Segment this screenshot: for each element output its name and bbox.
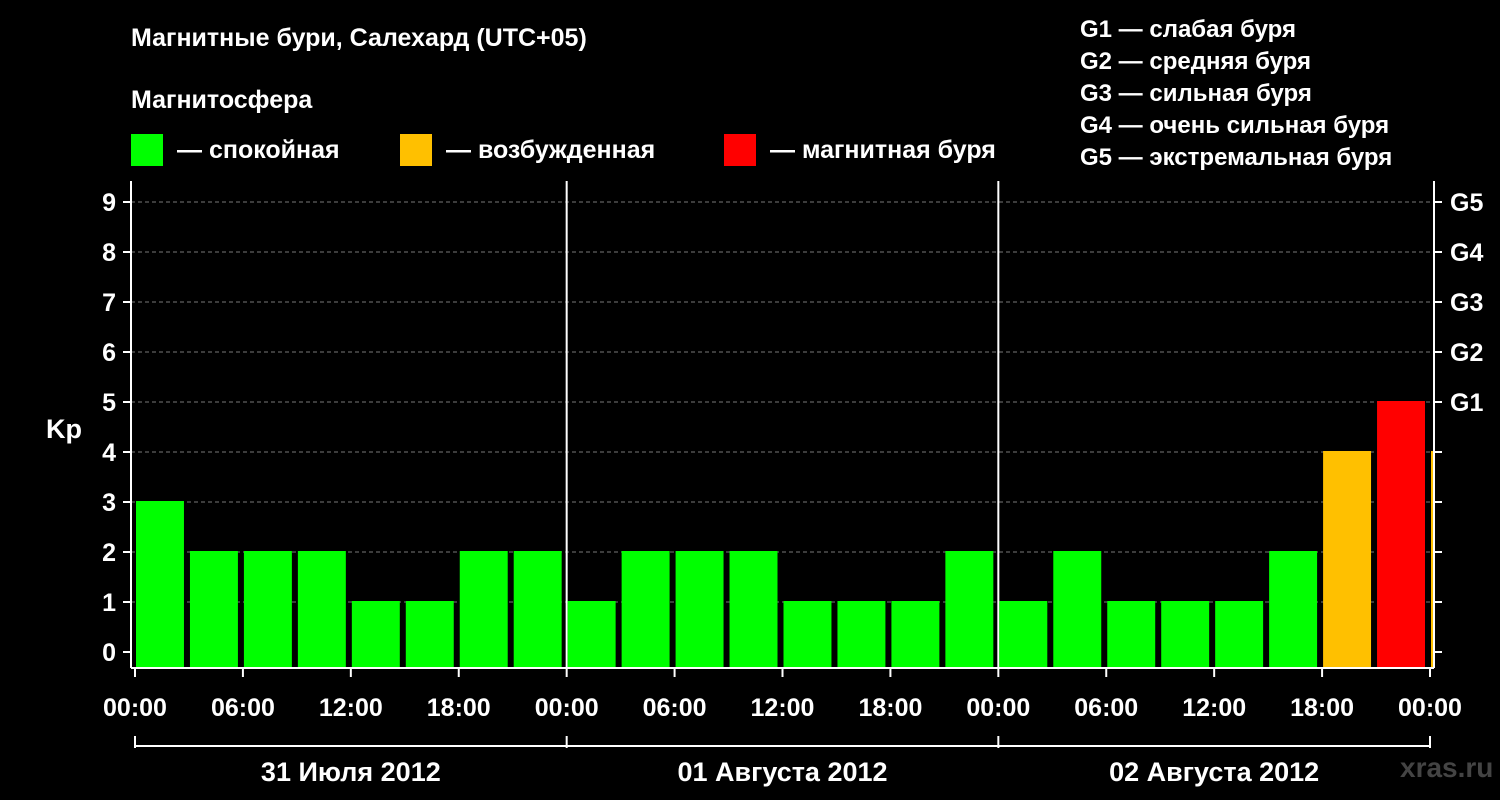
kp-bar	[1269, 551, 1318, 668]
storm-level-label: G1	[1450, 389, 1483, 417]
kp-bar	[297, 551, 346, 668]
x-tick-label: 06:00	[1074, 694, 1138, 722]
kp-bar	[1377, 401, 1425, 668]
kp-bar	[1107, 601, 1156, 668]
y-tick-label: 6	[102, 339, 116, 367]
kp-bar	[1215, 601, 1264, 668]
x-tick-label: 00:00	[103, 694, 167, 722]
x-tick-label: 18:00	[1290, 694, 1354, 722]
kp-bar	[513, 551, 562, 668]
y-tick-label: 2	[102, 539, 116, 567]
x-tick-label: 12:00	[1182, 694, 1246, 722]
kp-bar	[243, 551, 292, 668]
kp-bar	[621, 551, 670, 668]
day-label: 31 Июля 2012	[261, 757, 441, 787]
kp-bar	[675, 551, 724, 668]
x-tick-label: 00:00	[966, 694, 1030, 722]
kp-bar	[999, 601, 1048, 668]
y-axis-label: Kp	[46, 414, 82, 444]
storm-level-label: G3	[1450, 289, 1483, 317]
y-tick-label: 8	[102, 239, 116, 267]
day-label: 01 Августа 2012	[677, 757, 887, 787]
y-tick-label: 9	[102, 189, 116, 217]
kp-bar	[1053, 551, 1102, 668]
y-tick-label: 0	[102, 639, 116, 667]
day-label: 02 Августа 2012	[1109, 757, 1319, 787]
storm-level-label: G4	[1450, 239, 1483, 267]
kp-bar	[351, 601, 400, 668]
y-tick-label: 3	[102, 489, 116, 517]
y-tick-label: 5	[102, 389, 116, 417]
kp-chart: 0 1 2 3 4 5 6 7 8 9 G1 G2 G3 G4 G5 Kp 00:00 06:00 12:00 18:…	[46, 181, 1483, 787]
y-tick-label: 4	[102, 439, 116, 467]
watermark: xras.ru	[1400, 752, 1494, 783]
kp-bar	[729, 551, 778, 668]
x-tick-label: 18:00	[427, 694, 491, 722]
kp-bar	[783, 601, 832, 668]
kp-bar	[891, 601, 940, 668]
x-tick-label: 18:00	[858, 694, 922, 722]
x-tick-label: 12:00	[319, 694, 383, 722]
storm-level-label: G2	[1450, 339, 1483, 367]
x-tick-label: 12:00	[751, 694, 815, 722]
x-tick-label: 00:00	[535, 694, 599, 722]
kp-bar	[945, 551, 994, 668]
kp-bar	[1161, 601, 1210, 668]
kp-bar	[136, 501, 184, 668]
kp-bar	[189, 551, 238, 668]
x-tick-label: 00:00	[1398, 694, 1462, 722]
y-tick-label: 1	[102, 589, 116, 617]
y-tick-label: 7	[102, 289, 116, 317]
kp-bar	[1323, 451, 1372, 668]
kp-bar	[405, 601, 454, 668]
x-tick-label: 06:00	[643, 694, 707, 722]
kp-bar	[837, 601, 886, 668]
x-tick-label: 06:00	[211, 694, 275, 722]
kp-bar	[459, 551, 508, 668]
storm-level-label: G5	[1450, 189, 1483, 217]
kp-bar	[567, 601, 616, 668]
